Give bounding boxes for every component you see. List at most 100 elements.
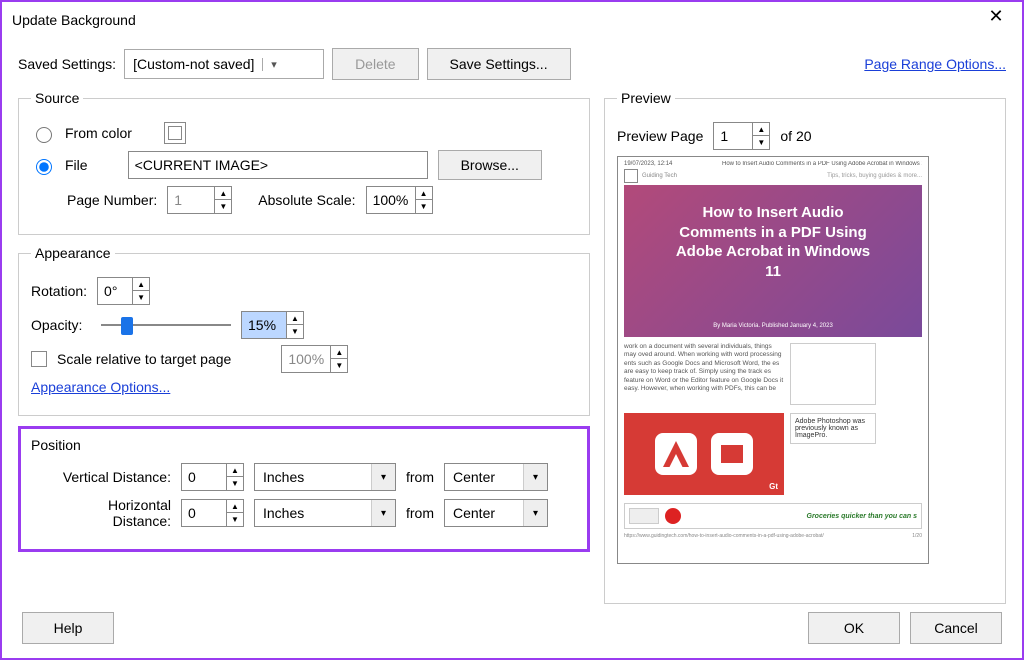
opacity-label: Opacity: xyxy=(31,317,91,333)
spinner-down-icon[interactable]: ▼ xyxy=(753,136,769,149)
preview-footer-page: 1/20 xyxy=(912,533,922,539)
chevron-down-icon: ▾ xyxy=(371,464,395,490)
scale-relative-value: 100% xyxy=(281,345,331,373)
sound-icon xyxy=(711,433,753,475)
spinner-up-icon[interactable]: ▲ xyxy=(215,187,231,200)
vertical-from-dropdown[interactable]: Center ▾ xyxy=(444,463,548,491)
spinner-down-icon[interactable]: ▼ xyxy=(133,291,149,304)
spinner-up-icon[interactable]: ▲ xyxy=(227,464,243,477)
rotation-spinner[interactable]: 0° ▲▼ xyxy=(97,277,150,305)
appearance-group: Appearance Rotation: 0° ▲▼ Opacity: xyxy=(18,245,590,416)
close-icon[interactable]: ✕ xyxy=(978,6,1014,34)
page-range-options-link[interactable]: Page Range Options... xyxy=(864,56,1006,72)
save-settings-button[interactable]: Save Settings... xyxy=(427,48,571,80)
preview-doc-byline: By Maria Victoria. Published January 4, … xyxy=(624,323,922,329)
spinner-down-icon[interactable]: ▼ xyxy=(215,200,231,213)
source-legend: Source xyxy=(31,90,83,106)
vertical-unit-value: Inches xyxy=(255,469,371,485)
page-number-row: Page Number: 1 ▲▼ Absolute Scale: 100% ▲… xyxy=(67,186,577,214)
from-color-label: From color xyxy=(65,125,132,141)
appearance-legend: Appearance xyxy=(31,245,115,261)
preview-doc-header: How to Insert Audio Comments in a PDF Us… xyxy=(722,161,922,167)
delete-button[interactable]: Delete xyxy=(332,48,418,80)
vertical-unit-dropdown[interactable]: Inches ▾ xyxy=(254,463,396,491)
cancel-button[interactable]: Cancel xyxy=(910,612,1002,644)
file-row: File <CURRENT IMAGE> Browse... xyxy=(31,150,577,180)
spinner-up-icon[interactable]: ▲ xyxy=(287,312,303,325)
preview-ad-text: Groceries quicker than you can s xyxy=(807,513,918,520)
columns: Source From color File <CURRENT IMAGE> B… xyxy=(18,90,1006,604)
spinner-up-icon[interactable]: ▲ xyxy=(416,187,432,200)
scale-relative-checkbox[interactable] xyxy=(31,351,47,367)
rotation-label: Rotation: xyxy=(31,283,87,299)
file-label: File xyxy=(65,157,88,173)
scale-relative-label: Scale relative to target page xyxy=(57,351,231,367)
color-swatch[interactable] xyxy=(164,122,186,144)
from-label: from xyxy=(406,505,434,521)
position-legend: Position xyxy=(31,437,577,453)
scale-relative-row: Scale relative to target page 100% ▲▼ xyxy=(31,345,577,373)
horizontal-unit-dropdown[interactable]: Inches ▾ xyxy=(254,499,396,527)
preview-logo-text: Guiding Tech xyxy=(642,173,677,179)
vertical-distance-spinner[interactable]: 0 ▲▼ xyxy=(181,463,244,491)
file-radio[interactable] xyxy=(36,159,52,175)
horizontal-unit-value: Inches xyxy=(255,505,371,521)
horizontal-from-dropdown[interactable]: Center ▾ xyxy=(444,499,548,527)
absolute-scale-spinner[interactable]: 100% ▲▼ xyxy=(366,186,433,214)
spinner-up-icon[interactable]: ▲ xyxy=(133,278,149,291)
preview-page-row: Preview Page 1 ▲▼ of 20 xyxy=(617,122,993,150)
appearance-options-link[interactable]: Appearance Options... xyxy=(31,379,170,395)
spinner-down-icon[interactable]: ▼ xyxy=(331,359,347,372)
from-label: from xyxy=(406,469,434,485)
spinner-up-icon[interactable]: ▲ xyxy=(753,123,769,136)
preview-page-spinner[interactable]: 1 ▲▼ xyxy=(713,122,770,150)
preview-of-label: of 20 xyxy=(780,128,811,144)
source-group: Source From color File <CURRENT IMAGE> B… xyxy=(18,90,590,235)
absolute-scale-label: Absolute Scale: xyxy=(258,192,355,208)
preview-ad-bar: Groceries quicker than you can s xyxy=(624,503,922,529)
preview-page-value: 1 xyxy=(713,122,753,150)
browse-button[interactable]: Browse... xyxy=(438,150,542,180)
spinner-down-icon[interactable]: ▼ xyxy=(227,513,243,526)
opacity-slider[interactable] xyxy=(101,315,231,335)
spinner-down-icon[interactable]: ▼ xyxy=(416,200,432,213)
vertical-distance-label: Vertical Distance: xyxy=(49,469,171,485)
from-color-row: From color xyxy=(31,122,577,144)
preview-legend: Preview xyxy=(617,90,675,106)
preview-side-caption: Adobe Photoshop was previously known as … xyxy=(790,413,876,444)
saved-settings-combo[interactable]: [Custom-not saved] ▾ xyxy=(124,49,324,79)
file-path-input[interactable]: <CURRENT IMAGE> xyxy=(128,151,428,179)
horizontal-from-value: Center xyxy=(445,505,523,521)
dialog-title: Update Background xyxy=(12,12,136,28)
horizontal-distance-label: Horizontal Distance: xyxy=(49,497,171,529)
scale-relative-spinner[interactable]: 100% ▲▼ xyxy=(281,345,348,373)
preview-doc-title: How to Insert Audio Comments in a PDF Us… xyxy=(624,185,922,281)
adobe-icon xyxy=(655,433,697,475)
vertical-from-value: Center xyxy=(445,469,523,485)
preview-doc-body: work on a document with several individu… xyxy=(624,343,784,405)
opacity-spinner[interactable]: 15% ▲▼ xyxy=(241,311,304,339)
rotation-row: Rotation: 0° ▲▼ xyxy=(31,277,577,305)
spinner-up-icon[interactable]: ▲ xyxy=(227,500,243,513)
chevron-down-icon: ▾ xyxy=(523,500,547,526)
spinner-down-icon[interactable]: ▼ xyxy=(287,325,303,338)
from-color-radio[interactable] xyxy=(36,127,52,143)
horizontal-distance-spinner[interactable]: 0 ▲▼ xyxy=(181,499,244,527)
horizontal-distance-value: 0 xyxy=(181,499,227,527)
chevron-down-icon: ▾ xyxy=(371,500,395,526)
rotation-value: 0° xyxy=(97,277,133,305)
preview-hero: How to Insert Audio Comments in a PDF Us… xyxy=(624,185,922,337)
ok-button[interactable]: OK xyxy=(808,612,900,644)
horizontal-distance-row: Horizontal Distance: 0 ▲▼ Inches ▾ from … xyxy=(49,497,577,529)
spinner-down-icon[interactable]: ▼ xyxy=(227,477,243,490)
preview-thumbnail: 19/07/2023, 12:14 How to Insert Audio Co… xyxy=(617,156,929,564)
spinner-up-icon[interactable]: ▲ xyxy=(331,346,347,359)
preview-icon-box: Gt xyxy=(624,413,784,495)
page-number-label: Page Number: xyxy=(67,192,157,208)
ad-image-icon xyxy=(629,508,659,524)
gt-badge: Gt xyxy=(769,482,778,491)
chevron-down-icon: ▾ xyxy=(262,58,284,71)
saved-settings-row: Saved Settings: [Custom-not saved] ▾ Del… xyxy=(18,48,1006,80)
page-number-spinner[interactable]: 1 ▲▼ xyxy=(167,186,232,214)
help-button[interactable]: Help xyxy=(22,612,114,644)
